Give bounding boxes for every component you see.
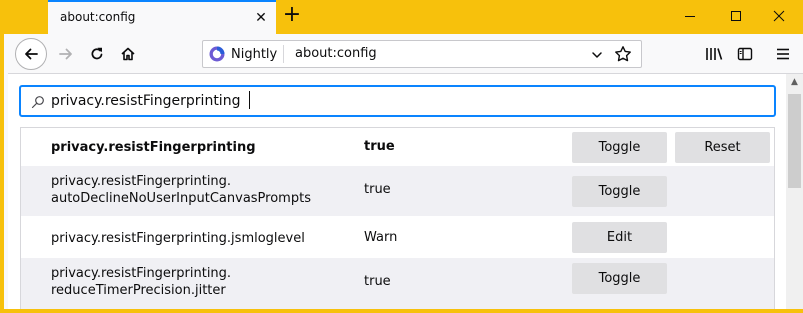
pref-name-line: privacy.resistFingerprinting. — [51, 266, 232, 281]
pref-name-line: privacy.resistFingerprinting.jsmloglevel — [51, 231, 305, 246]
home-button[interactable] — [112, 38, 144, 70]
text-caret — [249, 91, 250, 109]
tab-close-icon[interactable]: ✕ — [252, 9, 270, 27]
pref-row: privacy.resistFingerprinting. autoDeclin… — [21, 166, 774, 216]
forward-button[interactable] — [50, 38, 82, 70]
toggle-button[interactable]: Toggle — [572, 263, 667, 294]
toggle-button[interactable]: Toggle — [572, 176, 667, 207]
pref-name-line: autoDeclineNoUserInputCanvasPrompts — [51, 191, 311, 206]
about-config-page: privacy.resistFingerprinting true Toggle… — [8, 74, 803, 309]
sidebar-button[interactable] — [729, 38, 761, 70]
minimize-icon — [685, 16, 695, 17]
minimize-button[interactable] — [667, 0, 713, 32]
browser-window: about:config ✕ + Nightly about:config pr… — [0, 0, 803, 313]
identity-box[interactable]: Nightly — [209, 45, 277, 63]
preferences-table: privacy.resistFingerprinting true Toggle… — [20, 127, 775, 309]
tab-title: about:config — [60, 10, 136, 24]
library-icon — [706, 48, 723, 60]
star-icon — [615, 46, 631, 62]
reload-button[interactable] — [81, 38, 113, 70]
pref-name-line: privacy.resistFingerprinting. — [51, 174, 232, 189]
maximize-button[interactable] — [713, 0, 759, 32]
pref-name: privacy.resistFingerprinting. autoDeclin… — [51, 173, 311, 207]
pref-name-line: reduceTimerPrecision.jitter — [51, 283, 226, 298]
forward-arrow-icon — [59, 48, 72, 60]
search-box[interactable] — [19, 85, 776, 117]
pref-name: privacy.resistFingerprinting. reduceTime… — [51, 265, 231, 299]
pref-value: true — [364, 274, 391, 289]
reset-button[interactable]: Reset — [675, 132, 770, 163]
pref-value: true — [364, 139, 395, 154]
back-arrow-icon — [25, 48, 38, 60]
url-dropdown-button[interactable] — [587, 45, 607, 65]
library-button[interactable] — [698, 38, 730, 70]
home-icon — [121, 47, 135, 61]
menu-button[interactable] — [767, 38, 799, 70]
vertical-scrollbar[interactable]: ▲ — [786, 74, 803, 309]
pref-row: privacy.resistFingerprinting. reduceTime… — [21, 258, 774, 309]
pref-value: Warn — [364, 230, 398, 245]
pref-row: privacy.resistFingerprinting true Toggle… — [21, 128, 774, 166]
url-bar[interactable]: Nightly about:config — [202, 40, 642, 68]
identity-label: Nightly — [231, 46, 278, 62]
reload-icon — [91, 47, 103, 60]
tab-about-config[interactable]: about:config ✕ — [48, 0, 276, 34]
close-window-icon — [773, 10, 785, 22]
pref-row: privacy.resistFingerprinting.jsmloglevel… — [21, 216, 774, 258]
pref-name: privacy.resistFingerprinting.jsmloglevel — [51, 230, 305, 247]
edit-button[interactable]: Edit — [572, 222, 667, 253]
nav-toolbar: Nightly about:config — [8, 34, 803, 74]
search-input[interactable] — [51, 90, 751, 112]
close-window-button[interactable] — [756, 0, 802, 32]
sidebar-icon — [737, 47, 753, 61]
hamburger-menu-icon — [777, 48, 789, 60]
chevron-down-icon — [592, 52, 602, 58]
maximize-icon — [731, 11, 741, 21]
pref-value: true — [364, 182, 391, 197]
toggle-button[interactable]: Toggle — [572, 132, 667, 163]
pref-name-line: privacy.resistFingerprinting — [51, 140, 256, 155]
nightly-logo-icon — [209, 46, 225, 62]
tab-strip: about:config ✕ + — [4, 0, 803, 34]
url-separator — [283, 45, 284, 63]
url-text[interactable]: about:config — [295, 46, 377, 61]
search-icon — [31, 96, 44, 109]
new-tab-button[interactable]: + — [280, 4, 304, 28]
back-button[interactable] — [15, 38, 47, 70]
scroll-up-arrow-icon[interactable]: ▲ — [786, 74, 803, 91]
scroll-thumb[interactable] — [788, 94, 801, 188]
bookmark-star-button[interactable] — [613, 44, 633, 64]
pref-name: privacy.resistFingerprinting — [51, 139, 256, 156]
